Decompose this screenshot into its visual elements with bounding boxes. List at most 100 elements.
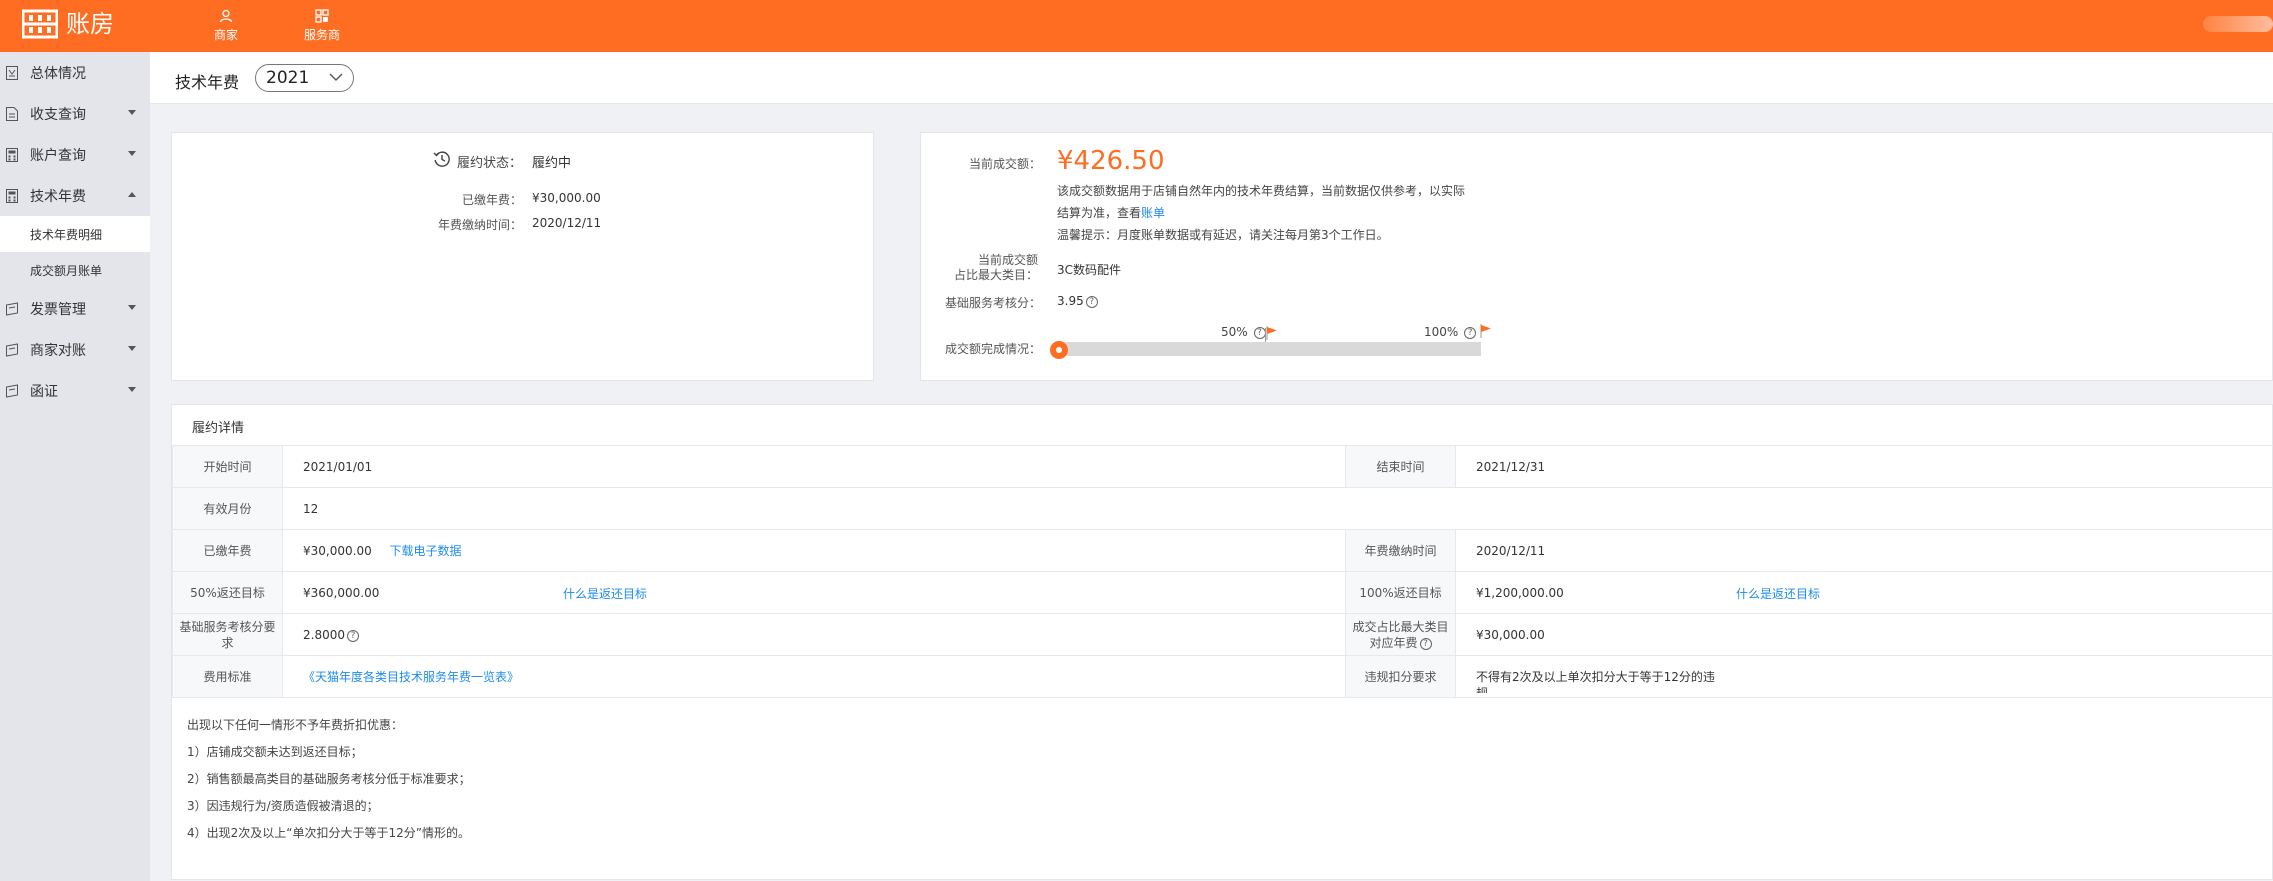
chevron-down-icon: [329, 73, 343, 81]
sidebar-item-label: 收支查询: [30, 106, 86, 123]
sidebar-item-income[interactable]: 收支查询: [0, 93, 150, 134]
sidebar-item-reconcile[interactable]: 商家对账: [0, 329, 150, 370]
amount-label: 当前成交额：: [968, 157, 1041, 171]
calculator-icon: [6, 147, 18, 162]
sidebar-item-label: 技术年费: [30, 188, 86, 205]
score-requirement-value: 2.8000: [303, 627, 345, 642]
chevron-down-icon: [128, 346, 136, 351]
marker-100: 100% ?: [1424, 325, 1477, 339]
violation-value-cell: 不得有2次及以上单次扣分大于等于12分的违规: [1455, 655, 2273, 698]
sidebar-item-label: 发票管理: [30, 301, 86, 318]
help-icon[interactable]: ?: [1464, 327, 1477, 339]
target-100-value: ¥1,200,000.00: [1476, 585, 1564, 600]
sidebar-item-techfee[interactable]: 技术年费: [0, 175, 150, 216]
logo[interactable]: 账房: [22, 9, 114, 39]
topnav-provider[interactable]: 服务商: [274, 6, 370, 43]
target-50-cell: ¥360,000.00 什么是返还目标: [282, 571, 1346, 614]
note-line: 1）店铺成交额未达到返还目标；: [187, 745, 363, 759]
score-value: 3.95: [1057, 294, 1084, 308]
abacus-icon: [22, 9, 58, 39]
year-select[interactable]: 2021: [255, 64, 354, 92]
violation-value: 不得有2次及以上单次扣分大于等于12分的违规: [1476, 669, 1715, 693]
user-icon: [178, 6, 274, 26]
note-line: 3）因违规行为/资质造假被清退的；: [187, 799, 379, 813]
detail-title: 履约详情: [192, 421, 245, 436]
bill-link[interactable]: 账单: [1141, 206, 1165, 220]
progress-handle: [1050, 341, 1069, 359]
detail-table: 开始时间 2021/01/01 结束时间 2021/12/31 有效月份 12 …: [172, 445, 2273, 698]
target-50-label: 50%返还目标: [172, 571, 283, 614]
table-row: 已缴年费 ¥30,000.00 下载电子数据 年费缴纳时间 2020/12/11: [172, 529, 2273, 572]
table-row: 有效月份 12: [172, 487, 2273, 530]
end-time-label: 结束时间: [1345, 445, 1456, 488]
logo-text: 账房: [66, 10, 114, 38]
sidebar-item-confirmation[interactable]: 函证: [0, 370, 150, 411]
topnav-merchant[interactable]: 商家: [178, 6, 274, 43]
marker-100-label: 100%: [1424, 325, 1459, 339]
sidebar-item-label: 商家对账: [30, 342, 86, 359]
pay-time-label: 年费缴纳时间：: [437, 218, 522, 232]
score-label: 基础服务考核分：: [944, 296, 1041, 310]
sidebar-subitem-label: 成交额月账单: [30, 263, 103, 278]
violation-label: 违规扣分要求: [1345, 655, 1456, 698]
category-label: 当前成交额 占比最大类目：: [921, 253, 1038, 283]
help-icon[interactable]: ?: [347, 629, 359, 642]
pay-time-value: 2020/12/11: [1455, 529, 2273, 572]
paid-fee-value: ¥30,000.00: [303, 544, 372, 558]
paid-fee-cell: ¥30,000.00 下载电子数据: [282, 529, 1346, 572]
amount-description: 该成交额数据用于店铺自然年内的技术年费结算，当前数据仅供参考，以实际 结算为准，…: [1057, 180, 1497, 246]
desc-line-text: 结算为准，查看: [1057, 206, 1142, 220]
help-icon[interactable]: ?: [1253, 327, 1266, 339]
table-row: 开始时间 2021/01/01 结束时间 2021/12/31: [172, 445, 2273, 488]
chevron-down-icon: [128, 151, 136, 156]
contract-detail-card: 履约详情 开始时间 2021/01/01 结束时间 2021/12/31 有效月…: [171, 404, 2273, 880]
category-label-line: 当前成交额: [977, 253, 1038, 267]
status-value: 履约中: [532, 156, 572, 171]
sidebar-subitem-monthly-bill[interactable]: 成交额月账单: [0, 252, 150, 288]
sidebar-item-label: 函证: [30, 383, 58, 400]
score-requirement-cell: 2.8000?: [282, 613, 1346, 656]
paid-fee-value: ¥30,000.00: [532, 191, 601, 205]
sidebar-item-invoice[interactable]: 发票管理: [0, 288, 150, 329]
sidebar: 总体情况 收支查询 账户查询 技术年费 技术年费明细 成交额月账单 发票管理 商…: [0, 52, 150, 881]
marker-50: 50% ?: [1221, 325, 1266, 339]
category-fee-label-text: 成交占比最大类目对应年费: [1352, 619, 1449, 650]
marker-50-label: 50%: [1221, 325, 1248, 339]
note-line: 4）出现2次及以上“单次扣分大于等于12分”情形的。: [187, 826, 470, 840]
table-row: 50%返还目标 ¥360,000.00 什么是返还目标 100%返还目标 ¥1,…: [172, 571, 2273, 614]
end-time-value: 2021/12/31: [1455, 445, 2273, 488]
chevron-down-icon: [128, 305, 136, 310]
score-requirement-label: 基础服务考核分要求: [172, 613, 283, 656]
help-icon[interactable]: ?: [1419, 637, 1432, 650]
desc-line: 该成交额数据用于店铺自然年内的技术年费结算，当前数据仅供参考，以实际: [1057, 184, 1466, 198]
page-title: 技术年费: [175, 73, 240, 92]
flag-icon: [1266, 326, 1277, 340]
desc-line: 结算为准，查看账单: [1057, 202, 1497, 224]
help-icon[interactable]: ?: [1085, 296, 1098, 308]
sidebar-item-overview[interactable]: 总体情况: [0, 52, 150, 93]
start-time-value: 2021/01/01: [282, 445, 1346, 488]
sidebar-item-label: 账户查询: [30, 147, 86, 164]
target-100-cell: ¥1,200,000.00 什么是返还目标: [1455, 571, 2273, 614]
user-info-blurred[interactable]: [2203, 16, 2273, 32]
what-is-target-link[interactable]: 什么是返还目标: [1736, 585, 1820, 602]
what-is-target-link[interactable]: 什么是返还目标: [563, 585, 647, 602]
top-nav: 商家 服务商: [178, 6, 370, 43]
flag-icon: [1480, 324, 1491, 338]
valid-months-label: 有效月份: [172, 487, 283, 530]
status-label: 履约状态：: [456, 156, 522, 171]
document-icon: [6, 106, 18, 121]
category-fee-label: 成交占比最大类目对应年费?: [1345, 613, 1456, 656]
paid-fee-label: 已缴年费: [172, 529, 283, 572]
transaction-card: 当前成交额： ¥426.50 该成交额数据用于店铺自然年内的技术年费结算，当前数…: [920, 132, 2273, 381]
sidebar-item-account[interactable]: 账户查询: [0, 134, 150, 175]
page-header: 技术年费 2021: [150, 52, 2273, 104]
sidebar-subitem-techfee-detail[interactable]: 技术年费明细: [0, 216, 150, 252]
download-data-link[interactable]: 下载电子数据: [390, 544, 462, 558]
fee-standard-link[interactable]: 《天猫年度各类目技术服务年费一览表》: [303, 670, 519, 684]
score-value-wrap: 3.95?: [1057, 294, 1098, 308]
valid-months-value: 12: [282, 487, 2273, 530]
top-bar: 账房 商家 服务商: [0, 0, 2273, 52]
table-row: 费用标准 《天猫年度各类目技术服务年费一览表》 违规扣分要求 不得有2次及以上单…: [172, 655, 2273, 698]
report-icon: [6, 65, 18, 80]
